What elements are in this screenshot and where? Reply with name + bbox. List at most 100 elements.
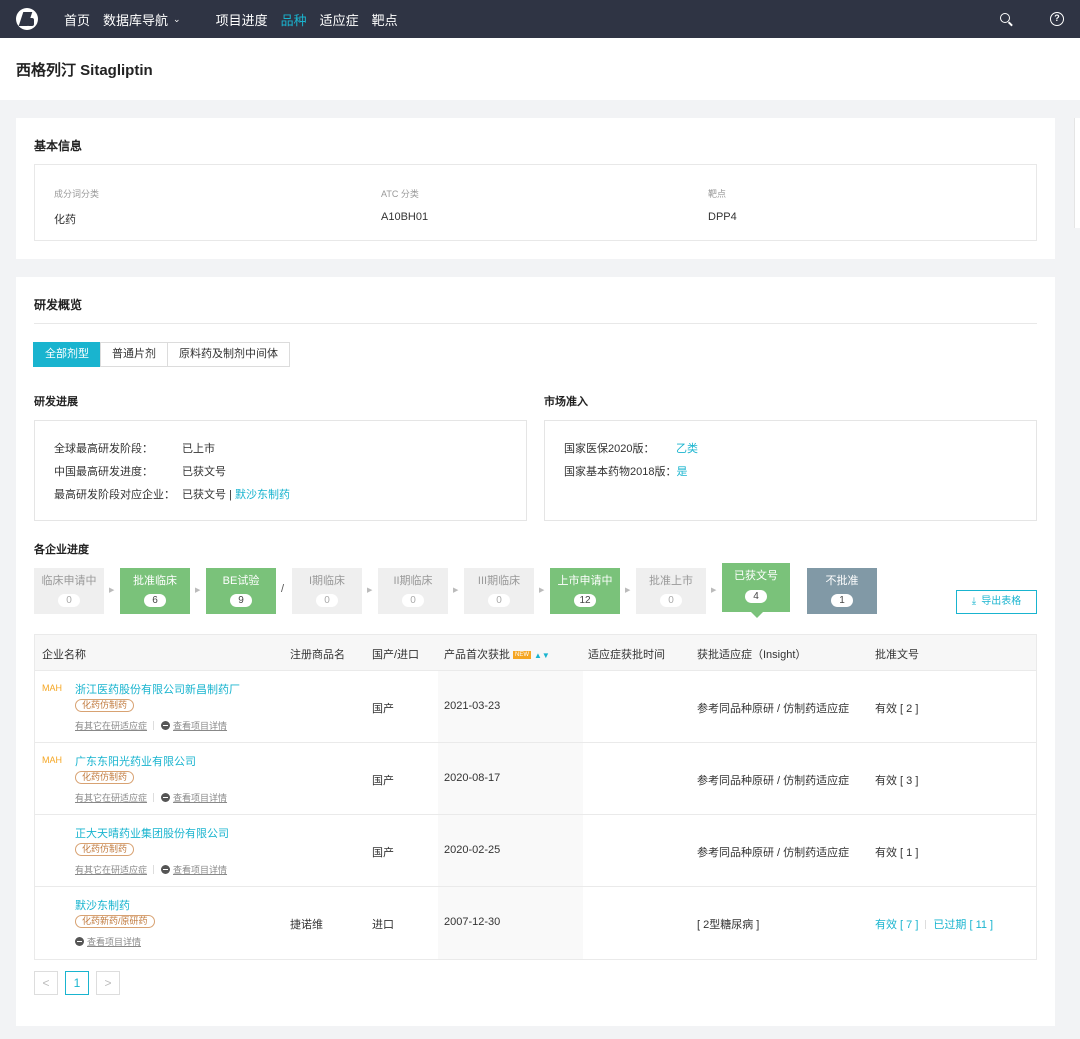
other-indication-link[interactable]: 有其它在研适应症 xyxy=(75,721,147,731)
stage-phase-3[interactable]: III期临床 0 xyxy=(464,568,534,614)
stage-label: III期临床 xyxy=(477,575,521,587)
th-brand: 注册商品名 xyxy=(290,649,345,661)
rd-overview-title: 研发概览 xyxy=(34,298,83,312)
prev-page-button[interactable]: < xyxy=(34,971,58,995)
mah-badge: MAH xyxy=(42,683,62,693)
nav-project-progress-label: 项目进度 xyxy=(215,12,268,28)
stage-clinical-application[interactable]: 临床申请中 0 xyxy=(34,568,104,614)
other-indication-link[interactable]: 有其它在研适应症 xyxy=(75,865,147,875)
th-first-approval[interactable]: 产品首次获批 NEW ▲▼ xyxy=(444,646,550,662)
cell-first-approval: 2020-02-25 xyxy=(444,844,501,856)
company-link[interactable]: 浙江医药股份有限公司新昌制药厂 xyxy=(75,681,240,697)
approval-cell: 有效 [ 7 ] 已过期 [ 11 ] xyxy=(875,916,993,932)
indication-link[interactable]: [ 2型糖尿病 ] xyxy=(697,916,759,932)
drug-type-tag: 化药新药/原研药 xyxy=(75,915,155,928)
project-detail-link[interactable]: 查看项目详情 xyxy=(173,865,227,875)
th-origin: 国产/进口 xyxy=(372,649,420,661)
company-link[interactable]: 默沙东制药 xyxy=(75,897,130,913)
tab-tablet[interactable]: 普通片剂 xyxy=(100,342,168,367)
cell-origin: 进口 xyxy=(372,919,394,931)
stage-market-application[interactable]: 上市申请中 12 xyxy=(550,568,620,614)
nav-database[interactable]: 数据库导航 ⌄ xyxy=(103,10,181,29)
top-nav: 首页 数据库导航 ⌄ 项目进度 品种 适应症 靶点 ? xyxy=(0,0,1080,38)
search-icon[interactable] xyxy=(999,12,1013,26)
essential-drug-value-link[interactable]: 是 xyxy=(676,466,687,478)
page-title: 西格列汀 Sitagliptin xyxy=(16,61,153,79)
tab-api-intermediate[interactable]: 原料药及制剂中间体 xyxy=(167,342,290,367)
next-page-button[interactable]: > xyxy=(96,971,120,995)
approval-valid-link[interactable]: 有效 [ 2 ] xyxy=(875,700,918,716)
approval-valid-link[interactable]: 有效 [ 3 ] xyxy=(875,772,918,788)
upload-icon: ⤓ xyxy=(971,596,977,607)
nav-target[interactable]: 靶点 xyxy=(372,10,398,29)
divider xyxy=(34,323,1037,324)
stage-count: 0 xyxy=(58,594,80,607)
view-icon xyxy=(75,937,84,946)
export-table-button[interactable]: ⤓ 导出表格 xyxy=(956,590,1037,614)
nav-home[interactable]: 首页 xyxy=(64,10,90,29)
company-link[interactable]: 广东东阳光药业有限公司 xyxy=(75,753,196,769)
stage-count: 0 xyxy=(402,594,424,607)
stage-rejected[interactable]: 不批准 1 xyxy=(807,568,877,614)
table-row: 默沙东制药 化药新药/原研药 查看项目详情 捷诺维 进口 2007-12-30 … xyxy=(35,887,1036,959)
basic-info-card: 基本信息 成分词分类 化药 ATC 分类 A10BH01 靶点 DPP4 xyxy=(16,118,1055,259)
kv-value: 已上市 xyxy=(182,443,215,455)
page-1-button[interactable]: 1 xyxy=(65,971,89,995)
project-detail-link[interactable]: 查看项目详情 xyxy=(87,937,141,947)
new-badge: NEW xyxy=(513,651,531,659)
company-table: 企业名称 注册商品名 国产/进口 产品首次获批 NEW ▲▼ 适应症获批时间 获批适… xyxy=(34,634,1037,960)
th-approval-no: 批准文号 xyxy=(875,649,919,661)
company-link[interactable]: 正大天晴药业集团股份有限公司 xyxy=(75,825,229,841)
nav-variety[interactable]: 品种 xyxy=(281,10,307,29)
approval-expired-link[interactable]: 已过期 [ 11 ] xyxy=(933,919,993,931)
tab-all-dosage[interactable]: 全部剂型 xyxy=(33,342,101,367)
stage-license-obtained[interactable]: 已获文号 4 xyxy=(722,563,790,618)
stage-clinical-approved[interactable]: 批准临床 6 xyxy=(120,568,190,614)
other-indication-link[interactable]: 有其它在研适应症 xyxy=(75,793,147,803)
kv-value: 已获文号 xyxy=(182,466,226,478)
nav-variety-label: 品种 xyxy=(280,12,307,28)
stage-market-approved[interactable]: 批准上市 0 xyxy=(636,568,706,614)
nav-target-label: 靶点 xyxy=(371,12,398,28)
project-detail-link[interactable]: 查看项目详情 xyxy=(173,793,227,803)
company-link[interactable]: 默沙东制药 xyxy=(235,489,290,501)
nrdl-value-link[interactable]: 乙类 xyxy=(676,443,698,455)
cell-origin: 国产 xyxy=(372,847,394,859)
arrow-right-icon: ▶ xyxy=(367,587,373,594)
approval-valid-link[interactable]: 有效 [ 1 ] xyxy=(875,844,918,860)
project-detail-link[interactable]: 查看项目详情 xyxy=(173,721,227,731)
side-panel-edge[interactable] xyxy=(1074,118,1080,228)
nav-project-progress[interactable]: 项目进度 xyxy=(216,10,268,29)
info-label: 靶点 xyxy=(708,189,727,199)
info-value: DPP4 xyxy=(708,211,737,223)
nav-indication[interactable]: 适应症 xyxy=(320,10,359,29)
info-ingredient-class: 成分词分类 化药 xyxy=(54,187,99,227)
stage-phase-2[interactable]: II期临床 0 xyxy=(378,568,448,614)
arrow-right-icon: ▶ xyxy=(711,587,717,594)
basic-info-box: 成分词分类 化药 ATC 分类 A10BH01 靶点 DPP4 xyxy=(34,164,1037,241)
cell-origin: 国产 xyxy=(372,775,394,787)
market-access-box: 国家医保2020版： 乙类 国家基本药物2018版：是 xyxy=(544,420,1037,521)
market-access-title: 市场准入 xyxy=(544,396,588,408)
view-icon xyxy=(161,865,171,874)
stage-count: 0 xyxy=(660,594,682,607)
logo-icon[interactable] xyxy=(16,8,38,30)
cell-first-approval: 2021-03-23 xyxy=(444,700,501,712)
stage-be-trial[interactable]: BE试验 9 xyxy=(206,568,276,614)
stage-label: 批准上市 xyxy=(649,575,693,587)
chevron-down-icon: ⌄ xyxy=(173,13,181,24)
kv-key: 全球最高研发阶段： xyxy=(54,443,153,455)
page-header: 西格列汀 Sitagliptin xyxy=(0,38,1080,100)
stage-separator: / xyxy=(281,583,285,595)
stage-phase-1[interactable]: I期临床 0 xyxy=(292,568,362,614)
cell-indication: 参考同品种原研 / 仿制药适应症 xyxy=(697,775,850,787)
drug-type-tag: 化药仿制药 xyxy=(75,771,135,784)
th-indication: 获批适应症（Insight） xyxy=(697,649,807,661)
basic-info-title: 基本信息 xyxy=(34,139,83,153)
approval-valid-link[interactable]: 有效 [ 7 ] xyxy=(875,919,918,931)
rd-overview-card: 研发概览 全部剂型 普通片剂 原料药及制剂中间体 研发进展 市场准入 全球最高研… xyxy=(16,277,1055,1026)
sort-icon[interactable]: ▲▼ xyxy=(534,651,550,660)
help-icon[interactable]: ? xyxy=(1050,12,1064,26)
cell-first-approval: 2007-12-30 xyxy=(444,916,501,928)
kv-key: 国家医保2020版： xyxy=(564,443,655,455)
